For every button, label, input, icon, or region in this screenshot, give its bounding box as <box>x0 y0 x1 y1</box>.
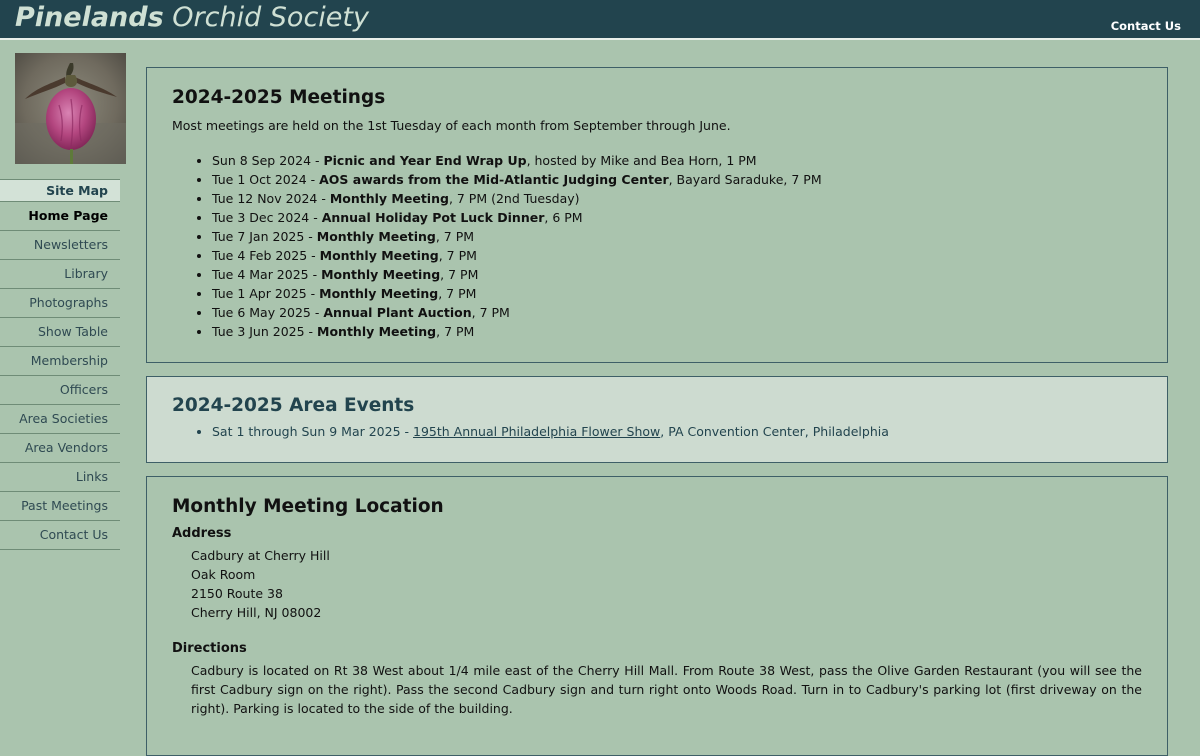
list-item: Tue 3 Dec 2024 - Annual Holiday Pot Luck… <box>212 208 1142 227</box>
meeting-location-panel: Monthly Meeting Location Address Cadbury… <box>146 476 1168 756</box>
sidebar-nav: Site Map Home Page Newsletters Library P… <box>0 179 120 550</box>
sidebar-item-show-table[interactable]: Show Table <box>0 318 120 347</box>
site-title-bold: Pinelands <box>15 2 164 33</box>
meetings-list: Sun 8 Sep 2024 - Picnic and Year End Wra… <box>172 151 1142 341</box>
address-block: Cadbury at Cherry Hill Oak Room 2150 Rou… <box>191 546 1142 622</box>
list-item: Tue 4 Feb 2025 - Monthly Meeting, 7 PM <box>212 246 1142 265</box>
list-item: Sat 1 through Sun 9 Mar 2025 - 195th Ann… <box>212 422 1142 441</box>
sidebar-item-newsletters[interactable]: Newsletters <box>0 231 120 260</box>
directions-heading: Directions <box>172 641 247 656</box>
area-events-title: 2024-2025 Area Events <box>172 395 415 416</box>
sidebar-item-site-map[interactable]: Site Map <box>0 179 120 202</box>
list-item: Sun 8 Sep 2024 - Picnic and Year End Wra… <box>212 151 1142 170</box>
area-events-list: Sat 1 through Sun 9 Mar 2025 - 195th Ann… <box>172 422 1142 441</box>
sidebar-item-contact-us[interactable]: Contact Us <box>0 521 120 550</box>
sidebar-item-area-vendors[interactable]: Area Vendors <box>0 434 120 463</box>
sidebar-item-links[interactable]: Links <box>0 463 120 492</box>
site-header: Pinelands Orchid Society Contact Us <box>0 0 1200 40</box>
address-line: 2150 Route 38 <box>191 586 283 601</box>
sidebar-item-library[interactable]: Library <box>0 260 120 289</box>
address-line: Cadbury at Cherry Hill <box>191 548 330 563</box>
sidebar-item-membership[interactable]: Membership <box>0 347 120 376</box>
sidebar-item-officers[interactable]: Officers <box>0 376 120 405</box>
flower-show-link[interactable]: 195th Annual Philadelphia Flower Show <box>413 424 660 439</box>
list-item: Tue 1 Apr 2025 - Monthly Meeting, 7 PM <box>212 284 1142 303</box>
site-title-rest: Orchid Society <box>172 2 369 33</box>
list-item: Tue 6 May 2025 - Annual Plant Auction, 7… <box>212 303 1142 322</box>
sidebar-item-photographs[interactable]: Photographs <box>0 289 120 318</box>
site-title[interactable]: Pinelands Orchid Society <box>15 0 369 36</box>
address-line: Cherry Hill, NJ 08002 <box>191 605 322 620</box>
header-contact-link[interactable]: Contact Us <box>1111 19 1181 33</box>
orchid-photo <box>15 53 126 164</box>
location-title: Monthly Meeting Location <box>172 496 444 517</box>
sidebar-item-past-meetings[interactable]: Past Meetings <box>0 492 120 521</box>
meetings-panel: 2024-2025 Meetings Most meetings are hel… <box>146 67 1168 363</box>
meetings-title: 2024-2025 Meetings <box>172 87 386 108</box>
list-item: Tue 3 Jun 2025 - Monthly Meeting, 7 PM <box>212 322 1142 341</box>
orchid-icon <box>15 53 126 164</box>
address-line: Oak Room <box>191 567 256 582</box>
sidebar-item-home-page[interactable]: Home Page <box>0 202 120 231</box>
area-events-panel: 2024-2025 Area Events Sat 1 through Sun … <box>146 376 1168 463</box>
sidebar-item-area-societies[interactable]: Area Societies <box>0 405 120 434</box>
list-item: Tue 7 Jan 2025 - Monthly Meeting, 7 PM <box>212 227 1142 246</box>
meetings-intro: Most meetings are held on the 1st Tuesda… <box>172 118 731 133</box>
list-item: Tue 1 Oct 2024 - AOS awards from the Mid… <box>212 170 1142 189</box>
list-item: Tue 4 Mar 2025 - Monthly Meeting, 7 PM <box>212 265 1142 284</box>
list-item: Tue 12 Nov 2024 - Monthly Meeting, 7 PM … <box>212 189 1142 208</box>
address-heading: Address <box>172 526 232 541</box>
directions-text: Cadbury is located on Rt 38 West about 1… <box>191 663 1142 716</box>
